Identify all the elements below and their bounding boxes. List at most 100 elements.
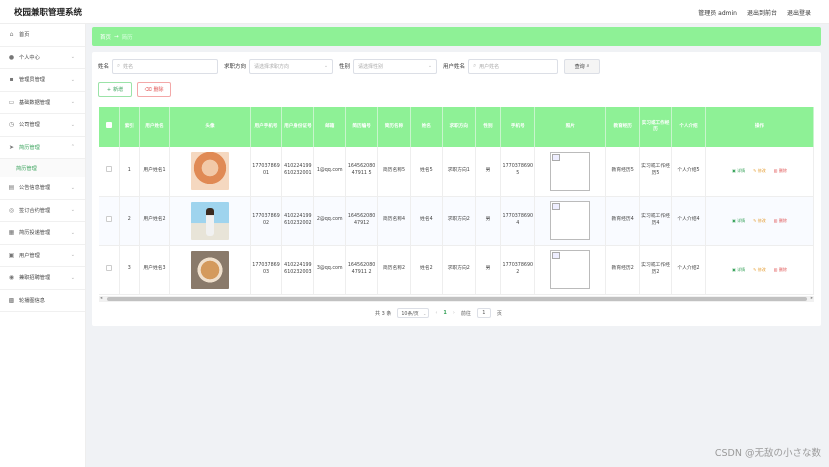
sidebar-item-recruit[interactable]: ◉ 兼职招聘管理 ⌄ xyxy=(0,267,85,290)
chevron-down-icon: ⌄ xyxy=(423,310,427,316)
cell-work: 实习或工作经历2 xyxy=(639,245,672,295)
row-delete-button[interactable]: ▥ 删除 xyxy=(774,267,787,273)
select-all-header[interactable] xyxy=(99,107,121,147)
goto-front-link[interactable]: 退出到前台 xyxy=(747,8,777,17)
chevron-down-icon: ⌄ xyxy=(70,121,75,128)
sidebar-item-contract[interactable]: ◎ 签订合约管理 ⌄ xyxy=(0,200,85,222)
pagination: 共 3 条 10条/页 ⌄ ‹ 1 › 前往 1 页 xyxy=(375,307,502,319)
col-header: 实习或工作经历 xyxy=(639,107,672,147)
name-input[interactable]: ⌕ 姓名 xyxy=(112,58,219,74)
cell-email: 2@qq.com xyxy=(313,196,347,246)
cell-avatar xyxy=(169,147,251,197)
breadcrumb-home[interactable]: 首页 xyxy=(100,33,111,41)
delete-button[interactable]: ⌫ 删除 xyxy=(137,82,171,97)
broken-image-icon xyxy=(550,151,591,191)
cell-resume-no: 16456208047911 2 xyxy=(345,245,379,295)
cell-photo xyxy=(534,196,607,246)
row-checkbox[interactable] xyxy=(106,264,113,271)
avatar-image xyxy=(191,250,229,289)
col-header: 教育经历 xyxy=(605,107,641,147)
row-delete-button[interactable]: ▥ 删除 xyxy=(774,218,787,224)
col-header: 索引 xyxy=(119,107,140,147)
database-icon: ▭ xyxy=(8,98,15,106)
chevron-down-icon: ⌄ xyxy=(70,207,75,214)
query-button[interactable]: 查询 ⌕ xyxy=(564,58,601,74)
sidebar-item-label: 公告信息管理 xyxy=(19,185,51,192)
direction-placeholder: 请选择求职方向 xyxy=(254,63,290,70)
home-icon: ⌂ xyxy=(9,31,14,39)
edit-button[interactable]: ✎ 修改 xyxy=(753,168,766,174)
logout-link[interactable]: 退出登录 xyxy=(787,8,811,17)
main-panel: 姓名 ⌕ 姓名 求职方向 请选择求职方向 ⌄ 性别 请选择性别 ⌄ 用户姓名 ⌕… xyxy=(92,52,821,326)
cell-resume-name: 简历名称5 xyxy=(377,147,411,197)
recruit-icon: ◉ xyxy=(8,274,15,282)
scroll-right-icon[interactable]: ▸ xyxy=(811,296,813,302)
name-label: 姓名 xyxy=(98,64,110,70)
avatar-image xyxy=(191,201,229,240)
col-header: 性别 xyxy=(475,107,502,147)
edit-button[interactable]: ✎ 修改 xyxy=(753,267,766,273)
view-button[interactable]: ▣ 详情 xyxy=(732,267,745,273)
search-bar: 姓名 ⌕ 姓名 求职方向 请选择求职方向 ⌄ 性别 请选择性别 ⌄ 用户姓名 ⌕… xyxy=(98,58,601,74)
edit-button[interactable]: ✎ 修改 xyxy=(753,218,766,224)
prev-page-icon[interactable]: ‹ xyxy=(435,310,437,316)
action-bar: + 新增 ⌫ 删除 xyxy=(98,82,171,97)
horizontal-scrollbar[interactable]: ◂ ▸ xyxy=(99,296,814,302)
row-checkbox[interactable] xyxy=(106,215,113,222)
add-button[interactable]: + 新增 xyxy=(98,82,132,97)
cell-ops: ▣ 详情 ✎ 修改 ▥ 删除 xyxy=(705,245,815,295)
sidebar: ⌂ 首页 ● 个人中心 ⌄ ▪ 管理员管理 ⌄ ▭ 基础数据管理 ⌄ ◷ 公司管… xyxy=(0,24,86,467)
cell-resume-name: 简历名称4 xyxy=(377,196,411,246)
cell-intro: 个人介绍2 xyxy=(671,245,706,295)
next-page-icon[interactable]: › xyxy=(453,310,455,316)
col-header: 简历名称 xyxy=(377,107,411,147)
view-button[interactable]: ▣ 详情 xyxy=(732,168,745,174)
cell-username: 用户姓名1 xyxy=(139,147,171,197)
row-delete-label: 删除 xyxy=(778,266,787,272)
page-size-value: 10条/页 xyxy=(401,311,419,317)
sidebar-item-home[interactable]: ⌂ 首页 xyxy=(0,24,85,47)
gender-placeholder: 请选择性别 xyxy=(358,63,384,70)
row-select-cell xyxy=(99,196,121,246)
breadcrumb: 首页 → 简历 xyxy=(92,27,821,46)
sidebar-subitem-resume[interactable]: 简历管理 xyxy=(0,159,85,177)
sidebar-item-carousel[interactable]: ▩ 轮播图信息 xyxy=(0,290,85,312)
col-header: 简历编号 xyxy=(345,107,379,147)
view-label: 详情 xyxy=(737,168,746,174)
sidebar-item-users[interactable]: ▣ 用户管理 ⌄ xyxy=(0,245,85,267)
sidebar-item-delivery[interactable]: ▦ 简历投递管理 ⌄ xyxy=(0,222,85,245)
query-label: 查询 xyxy=(574,63,585,70)
sidebar-item-label: 个人中心 xyxy=(19,54,40,61)
chevron-down-icon: ⌄ xyxy=(70,76,75,83)
scroll-left-icon[interactable]: ◂ xyxy=(100,296,102,302)
view-button[interactable]: ▣ 详情 xyxy=(732,218,745,224)
cell-phone: 17703786902 xyxy=(250,196,283,246)
sidebar-item-admin[interactable]: ▪ 管理员管理 ⌄ xyxy=(0,69,85,92)
sidebar-item-resume[interactable]: ➤ 简历管理 ⌃ xyxy=(0,137,85,159)
sidebar-item-basic-data[interactable]: ▭ 基础数据管理 ⌄ xyxy=(0,92,85,114)
page-number[interactable]: 1 xyxy=(443,310,446,316)
sidebar-item-company[interactable]: ◷ 公司管理 ⌄ xyxy=(0,114,85,137)
cell-name: 姓名5 xyxy=(410,147,443,197)
chevron-down-icon: ⌄ xyxy=(323,63,329,69)
sidebar-item-profile[interactable]: ● 个人中心 ⌄ xyxy=(0,47,85,69)
username-input[interactable]: ⌕ 用户姓名 xyxy=(468,58,559,74)
chevron-up-icon: ⌃ xyxy=(70,144,75,151)
watermark: CSDN @无敌の小さな数 xyxy=(714,448,821,459)
direction-select[interactable]: 请选择求职方向 ⌄ xyxy=(249,58,334,74)
select-all-checkbox[interactable] xyxy=(106,122,113,129)
cell-username: 用户姓名3 xyxy=(139,245,171,295)
gender-select[interactable]: 请选择性别 ⌄ xyxy=(353,58,438,74)
sidebar-item-label: 签订合约管理 xyxy=(19,207,51,214)
cell-direction: 求职方向1 xyxy=(442,147,476,197)
admin-icon: ▪ xyxy=(9,76,14,84)
col-header: 头像 xyxy=(169,107,251,147)
sidebar-item-label: 用户管理 xyxy=(19,252,40,259)
row-checkbox[interactable] xyxy=(106,166,113,173)
page-size-select[interactable]: 10条/页 ⌄ xyxy=(397,308,430,318)
cell-resume-no: 16456208047912 xyxy=(345,196,379,246)
scrollbar-thumb[interactable] xyxy=(107,297,807,301)
sidebar-item-notice[interactable]: ▤ 公告信息管理 ⌄ xyxy=(0,177,85,200)
page-jump-input[interactable]: 1 xyxy=(476,308,491,318)
row-delete-button[interactable]: ▥ 删除 xyxy=(774,168,787,174)
